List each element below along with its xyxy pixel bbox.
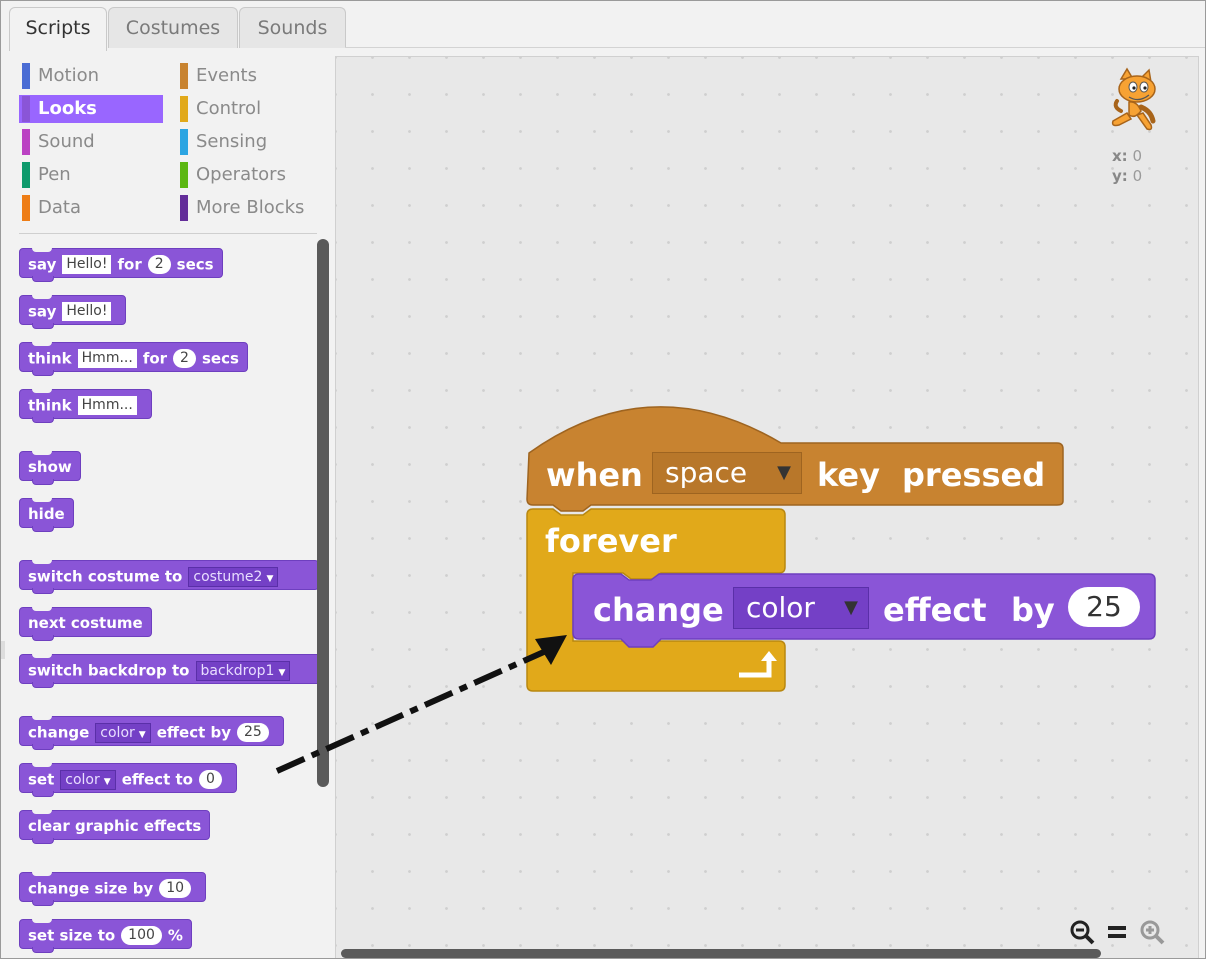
- by-label: by: [1011, 591, 1055, 629]
- change-label: change: [593, 591, 724, 629]
- hat-pressed-label: pressed: [902, 456, 1046, 494]
- zoom-in-icon[interactable]: [1137, 919, 1167, 949]
- effect-amount-input[interactable]: 25: [1068, 587, 1140, 627]
- forever-label: forever: [545, 522, 677, 560]
- script-area-scrollbar[interactable]: [341, 949, 1101, 958]
- zoom-reset-icon[interactable]: [1102, 919, 1132, 949]
- dropdown-arrow-icon: ▼: [844, 597, 858, 618]
- drag-arrow-line: [275, 648, 548, 774]
- zoom-out-icon[interactable]: [1067, 919, 1097, 949]
- zoom-controls: [1067, 919, 1177, 949]
- dropdown-arrow-icon: ▼: [777, 462, 791, 483]
- hat-when-label: when: [546, 456, 643, 494]
- scratch-editor: Scripts Costumes Sounds Motion Events Lo…: [0, 0, 1206, 959]
- effect-dropdown[interactable]: color ▼: [733, 587, 869, 629]
- hat-key-label: key: [817, 456, 880, 494]
- effect-label: effect: [883, 591, 987, 629]
- key-dropdown[interactable]: space ▼: [652, 452, 802, 494]
